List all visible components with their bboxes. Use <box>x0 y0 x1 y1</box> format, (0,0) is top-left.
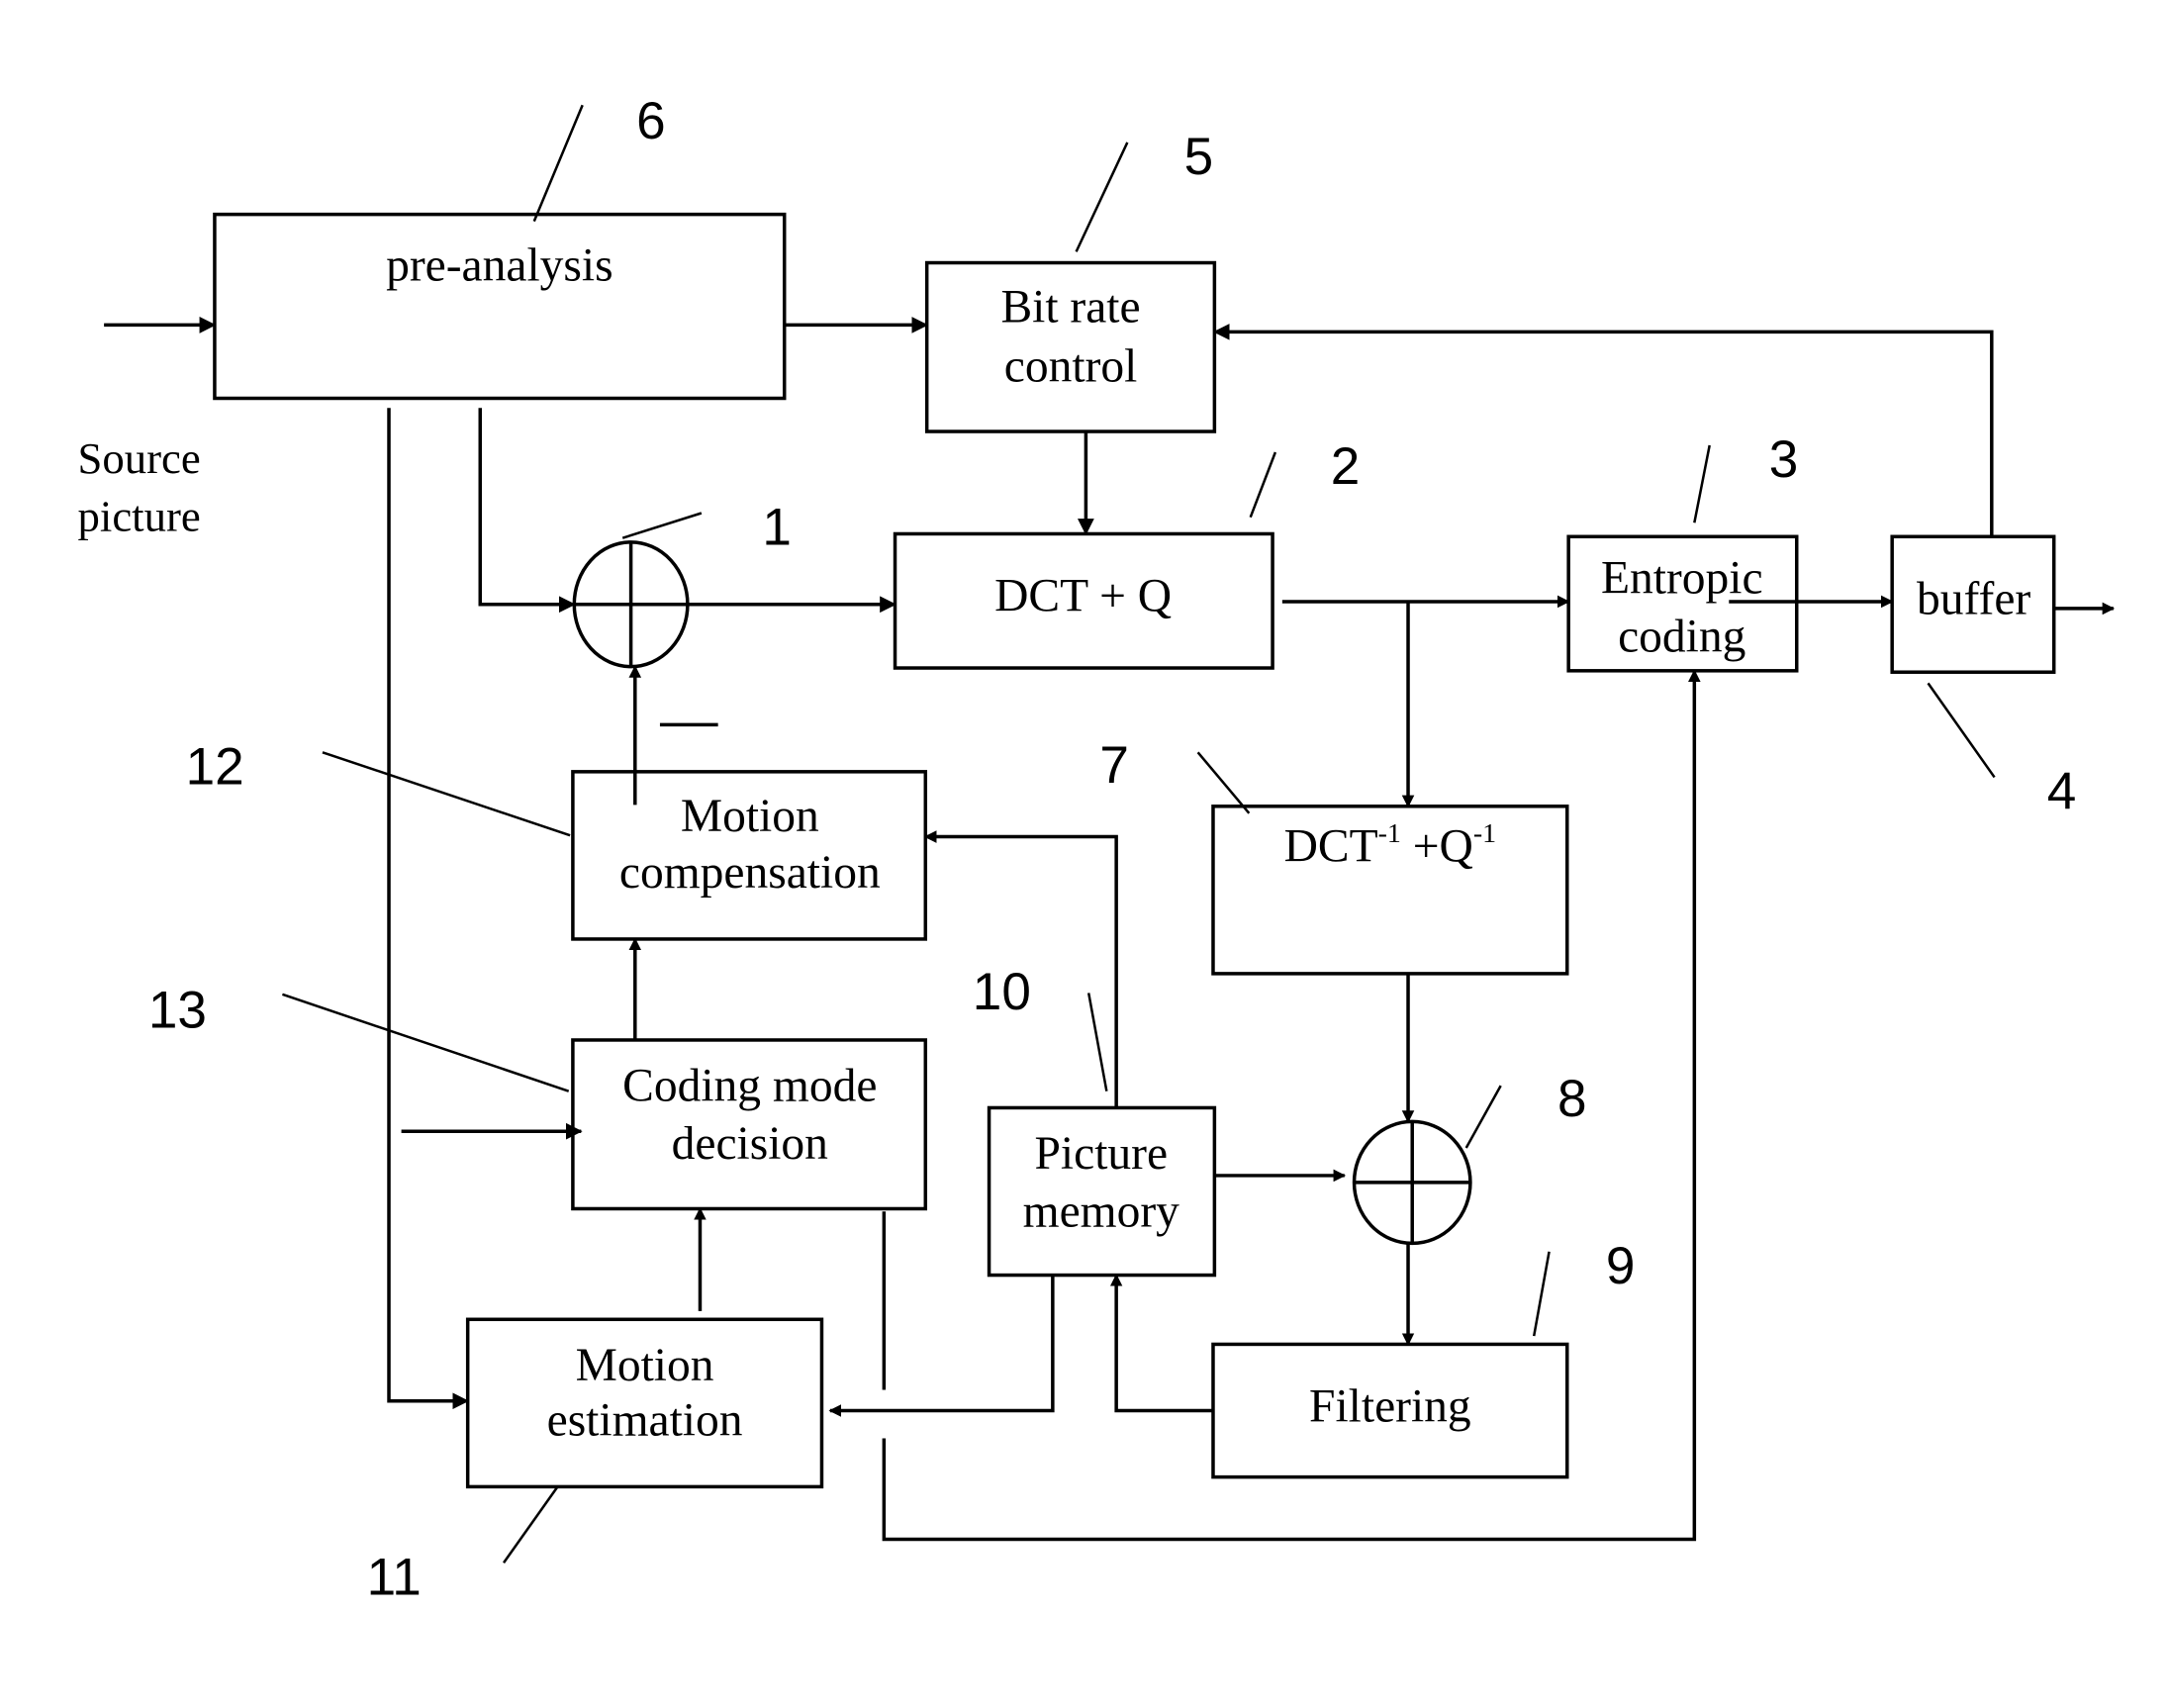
motion-estimation-label-line2: estimation <box>547 1395 743 1447</box>
buffer-block: buffer <box>1890 534 2056 674</box>
coding-mode-decision-block: Coding mode decision <box>571 1038 928 1211</box>
inverse-dct-q-block: DCT-1 +Q-1 <box>1211 805 1569 976</box>
filtering-label: Filtering <box>1309 1381 1471 1433</box>
encoder-block-diagram: pre-analysis Bit rate control DCT + Q En… <box>78 92 2116 1606</box>
ref-number-1: 1 <box>762 499 792 557</box>
pre-analysis-label: pre-analysis <box>386 240 613 292</box>
ref-number-11: 11 <box>367 1548 422 1606</box>
ref-number-5: 5 <box>1184 128 1214 186</box>
entropic-coding-label-line2: coding <box>1618 611 1745 662</box>
coding-mode-decision-label-line1: Coding mode <box>622 1060 877 1111</box>
adder-node <box>1352 1119 1472 1246</box>
source-picture-label-line1: Source <box>78 433 201 483</box>
filtering-block: Filtering <box>1211 1342 1569 1479</box>
dct-q-block: DCT + Q <box>893 531 1274 670</box>
ref-number-10: 10 <box>973 963 1031 1021</box>
motion-estimation-label-line1: Motion <box>576 1340 714 1391</box>
picture-memory-label-line2: memory <box>1023 1186 1180 1238</box>
coding-mode-decision-label-line2: decision <box>672 1118 829 1170</box>
pre-analysis-block: pre-analysis <box>213 212 787 401</box>
ref-number-2: 2 <box>1331 437 1361 496</box>
ref-number-7: 7 <box>1099 736 1129 795</box>
buffer-label: buffer <box>1917 574 2030 625</box>
motion-compensation-label-line1: Motion <box>681 791 819 842</box>
subtractor-node <box>572 540 690 669</box>
bit-rate-control-label-line2: control <box>1004 341 1138 393</box>
ref-number-13: 13 <box>148 981 207 1039</box>
ref-number-6: 6 <box>636 92 666 150</box>
ref-number-4: 4 <box>2047 763 2077 821</box>
entropic-coding-block: Entropic coding <box>1566 534 1799 673</box>
bit-rate-control-block: Bit rate control <box>924 260 1217 433</box>
picture-memory-block: Picture memory <box>987 1105 1217 1278</box>
dct-q-label: DCT + Q <box>994 571 1172 622</box>
ref-number-12: 12 <box>186 737 244 796</box>
source-picture-label-line2: picture <box>78 492 201 541</box>
entropic-coding-label-line1: Entropic <box>1601 553 1763 605</box>
motion-estimation-block: Motion estimation <box>465 1317 824 1489</box>
motion-compensation-label-line2: compensation <box>619 847 881 899</box>
ref-number-9: 9 <box>1606 1237 1636 1295</box>
motion-compensation-block: Motion compensation <box>571 770 928 941</box>
bit-rate-control-label-line1: Bit rate <box>1000 282 1140 333</box>
signal-connections <box>104 317 2116 1542</box>
ref-number-8: 8 <box>1557 1070 1587 1128</box>
ref-number-3: 3 <box>1769 430 1799 489</box>
picture-memory-label-line1: Picture <box>1034 1128 1168 1180</box>
